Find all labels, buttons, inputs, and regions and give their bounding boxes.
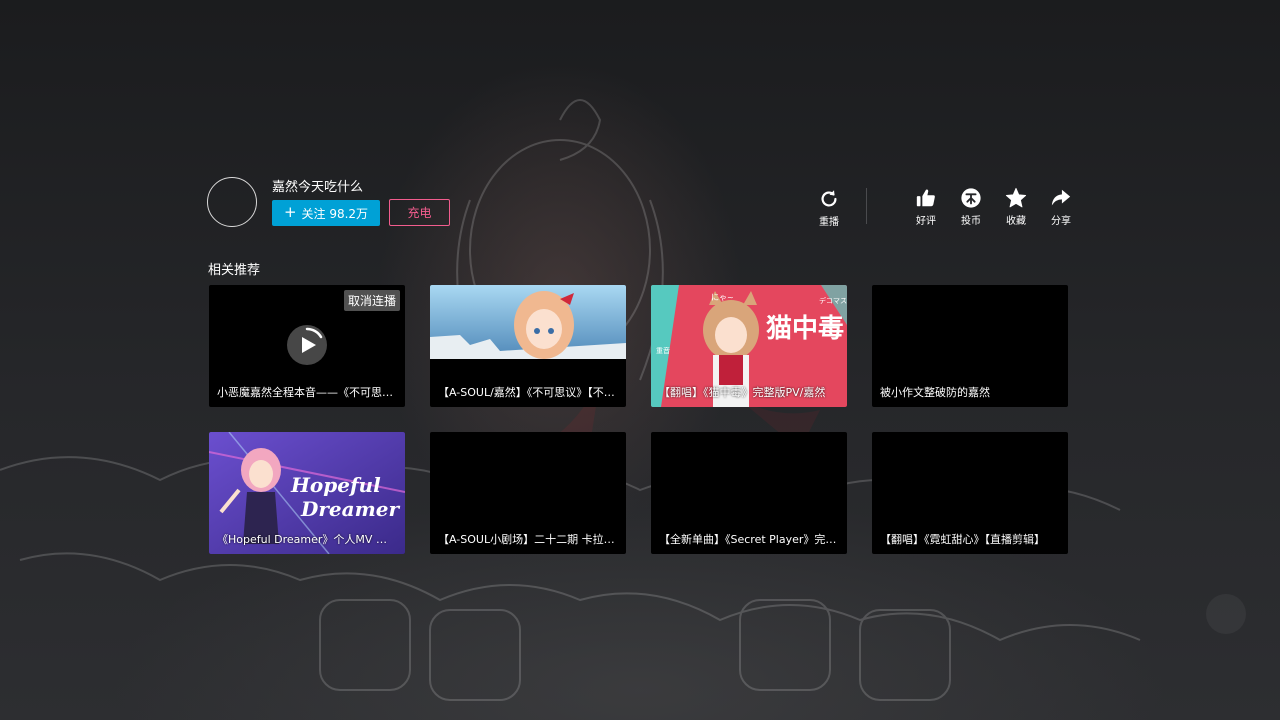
- play-button[interactable]: [287, 325, 327, 365]
- thumb-big-text: 猫中毒: [766, 314, 844, 344]
- recommend-card[interactable]: 【A-SOUL/嘉然】《不可思议》【不可思议】: [430, 285, 626, 407]
- recommend-card[interactable]: 【全新单曲】《Secret Player》完整版: [651, 432, 847, 554]
- share-label: 分享: [1051, 216, 1071, 227]
- card-title: 小恶魔嘉然全程本音——《不可思议》: [217, 386, 397, 399]
- recommend-card[interactable]: 取消连播 小恶魔嘉然全程本音——《不可思议》: [209, 285, 405, 407]
- card-title: 【翻唱】《猫中毒》完整版PV/嘉然: [659, 386, 826, 399]
- plus-icon: +: [283, 202, 297, 221]
- recommend-card[interactable]: 被小作文整破防的嘉然: [872, 285, 1068, 407]
- play-icon: [302, 327, 323, 353]
- card-title: 【A-SOUL/嘉然】《不可思议》【不可思议】: [438, 386, 618, 399]
- uploader-name[interactable]: 嘉然今天吃什么: [272, 176, 363, 195]
- cancel-autoplay-button[interactable]: 取消连播: [343, 290, 400, 311]
- corner-control[interactable]: [1206, 594, 1246, 634]
- background-illustration: [0, 99, 1141, 701]
- replay-label: 重播: [819, 217, 839, 228]
- star-icon: [1005, 187, 1027, 208]
- recommend-card[interactable]: 【A-SOUL小剧场】二十二期 卡拉OK: [430, 432, 626, 554]
- card-title: 被小作文整破防的嘉然: [880, 386, 990, 399]
- thumb-small-text: にゃ~: [711, 293, 734, 302]
- recommend-card[interactable]: 【翻唱】《霓虹甜心》【直播剪辑】: [872, 432, 1068, 554]
- video-end-screen: 嘉然今天吃什么 + 关注 98.2万 充电 重播 好评 投币 收藏 分享 相关推…: [0, 0, 1280, 720]
- share-icon: [1051, 189, 1071, 206]
- recommend-card[interactable]: Hopeful Dreamer 《Hopeful Dreamer》个人MV 正式…: [209, 432, 405, 554]
- thumb-text-line2: Dreamer: [300, 497, 400, 521]
- favorite-button[interactable]: 收藏: [994, 187, 1038, 227]
- thumb-badge-text: 重音: [656, 346, 670, 355]
- thumb-text-line1: Hopeful: [290, 473, 381, 497]
- card-title: 【A-SOUL小剧场】二十二期 卡拉OK: [438, 533, 618, 546]
- thumbs-up-icon: [916, 189, 935, 207]
- replay-icon: [821, 190, 837, 207]
- coin-icon: [961, 188, 981, 208]
- favorite-label: 收藏: [1006, 216, 1026, 227]
- like-label: 好评: [916, 216, 936, 227]
- uploader-avatar[interactable]: [207, 177, 257, 227]
- card-title: 【翻唱】《霓虹甜心》【直播剪辑】: [880, 533, 1045, 546]
- recommend-card[interactable]: 猫中毒 重音 にゃ~ デコマス 【翻唱】《猫中毒》完整版PV/嘉然: [651, 285, 847, 407]
- charge-button[interactable]: 充电: [389, 199, 450, 226]
- follow-label: 关注 98.2万: [301, 206, 369, 221]
- replay-button[interactable]: 重播: [807, 188, 851, 228]
- section-title: 相关推荐: [208, 263, 261, 278]
- follow-button[interactable]: + 关注 98.2万: [272, 200, 380, 226]
- share-button[interactable]: 分享: [1039, 187, 1083, 227]
- like-button[interactable]: 好评: [904, 187, 948, 227]
- thumb-side-text: デコマス: [819, 296, 847, 305]
- card-title: 《Hopeful Dreamer》个人MV 正式版: [217, 533, 397, 546]
- action-divider: [866, 188, 867, 224]
- card-title: 【全新单曲】《Secret Player》完整版: [659, 533, 839, 546]
- coin-label: 投币: [961, 216, 981, 227]
- coin-button[interactable]: 投币: [949, 187, 993, 227]
